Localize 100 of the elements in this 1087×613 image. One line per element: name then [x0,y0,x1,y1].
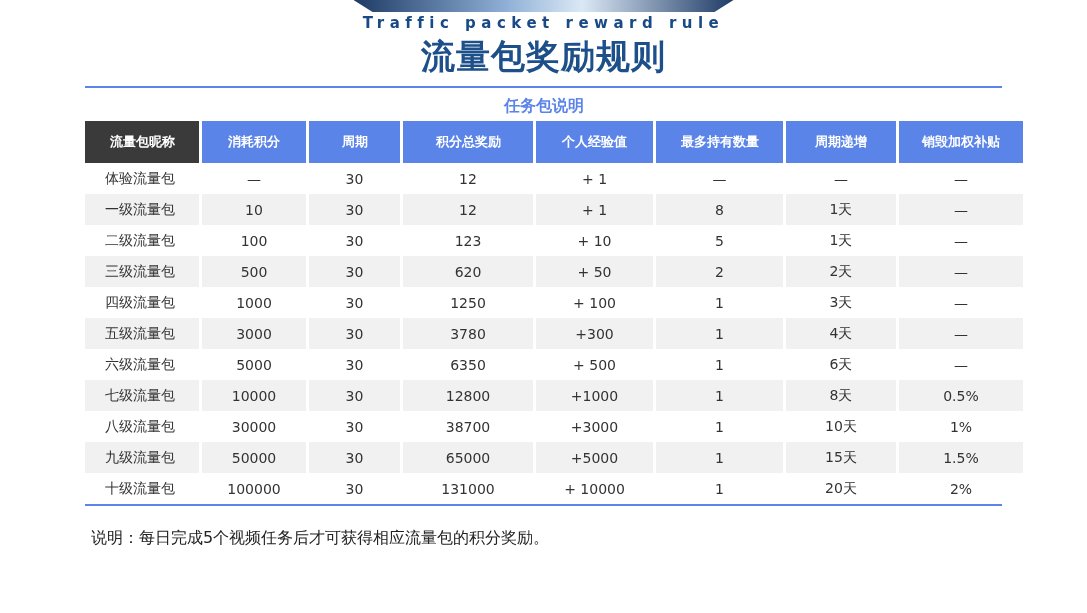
table-cell: 620 [403,256,533,287]
table-cell: 1天 [786,194,896,225]
table-cell: 8天 [786,380,896,411]
table-cell-text: 5 [714,231,725,251]
table-cell-text: 1 [714,293,725,313]
table-cell: 三级流量包 [85,256,199,287]
table-cell: 10000 [202,380,306,411]
table-cell-text: 1 [714,479,725,499]
table-cell-text: 3天 [828,292,854,312]
table-cell: — [899,256,1023,287]
table-cell-text: — [953,231,969,251]
table-cell-text: + 10000 [563,479,626,499]
table-cell: +5000 [536,442,653,473]
table-cell-text: 1250 [449,293,487,313]
table-cell: 五级流量包 [85,318,199,349]
section-title: 任务包说明 [502,95,585,117]
table-cell: 3000 [202,318,306,349]
table-cell-text: 20天 [824,478,858,498]
table-cell-text: 12 [458,169,478,189]
table-cell-text: 5000 [235,355,273,375]
table-cell: 65000 [403,442,533,473]
table-cell-text: 1天 [828,230,854,250]
column-header: 最多持有数量 [656,121,783,163]
table-cell-text: + 10 [576,231,613,251]
column-header: 个人经验值 [536,121,653,163]
table-cell-text: + 100 [572,293,617,313]
table-cell-text: 八级流量包 [104,416,176,436]
table-cell-text: 30 [344,355,365,375]
table-cell-text: 123 [453,231,483,251]
table-cell-text: — [833,169,849,189]
column-header: 积分总奖励 [403,121,533,163]
table-cell-text: — [953,355,969,375]
table-cell-text: +3000 [569,417,620,437]
table-cell-text: 1 [714,417,725,437]
table-cell-text: 六级流量包 [104,354,176,374]
table-cell-text: 四级流量包 [104,292,176,312]
table-cell-text: — [953,169,969,189]
table-cell: — [899,194,1023,225]
table-cell: 30 [309,318,400,349]
table-cell: 4天 [786,318,896,349]
table-cell: — [899,318,1023,349]
table-cell: 3780 [403,318,533,349]
table-cell-text: — [953,293,969,313]
table-cell: 1 [656,318,783,349]
table-cell-text: 1 [714,355,725,375]
table-cell-text: 10天 [824,416,858,436]
table-cell-text: 100000 [226,479,282,499]
table-cell: 一级流量包 [85,194,199,225]
table-cell: +1000 [536,380,653,411]
table-cell: 15天 [786,442,896,473]
table-cell-text: 2% [948,479,974,499]
table-cell-text: + 500 [572,355,617,375]
table-cell-text: + 1 [580,169,609,189]
table-cell: 12800 [403,380,533,411]
table-cell-text: 十级流量包 [104,478,176,498]
page-title: 流量包奖励规则 [421,35,666,78]
column-header: 消耗积分 [202,121,306,163]
column-header: 周期 [309,121,400,163]
table-cell: 1.5% [899,442,1023,473]
table-cell-text: — [246,169,262,189]
table-cell: 七级流量包 [85,380,199,411]
table-cell: 0.5% [899,380,1023,411]
table-cell: 30 [309,256,400,287]
table-cell: 1 [656,380,783,411]
table-cell-text: 1% [948,417,974,437]
table-cell: +300 [536,318,653,349]
table-cell: 30 [309,380,400,411]
table-cell-text: 38700 [444,417,492,437]
table-cell-text: 131000 [440,479,496,499]
table-cell-text: 1000 [235,293,273,313]
table-cell: + 1 [536,194,653,225]
column-header: 流量包昵称 [85,121,199,163]
table-cell: 10 [202,194,306,225]
table-cell: 九级流量包 [85,442,199,473]
table-cell-text: — [711,169,728,189]
table-cell-text: 30 [344,231,365,251]
table-cell-text: 30 [344,293,365,313]
table-cell: 50000 [202,442,306,473]
column-header: 周期递增 [786,121,896,163]
table-cell: 2天 [786,256,896,287]
table-cell-text: 30 [344,417,365,437]
column-header: 销毁加权补贴 [899,121,1023,163]
table-cell-text: 30 [344,479,365,499]
table-cell-text: 二级流量包 [104,230,176,250]
table-cell-text: 30000 [230,417,278,437]
table-cell: 30 [309,442,400,473]
table-cell: 8 [656,194,783,225]
note-text: 说明：每日完成5个视频任务后才可获得相应流量包的积分奖励。 [90,528,551,549]
table-cell: 1 [656,442,783,473]
table-cell: 30 [309,194,400,225]
table-cell-text: 体验流量包 [104,168,176,188]
table-cell: + 50 [536,256,653,287]
table-cell-text: 30 [344,169,365,189]
table-cell-text: 100 [239,231,269,251]
table-cell-text: 6天 [828,354,854,374]
table-cell: 12 [403,194,533,225]
table-cell: 500 [202,256,306,287]
table-cell: 2 [656,256,783,287]
table-cell-text: 6350 [449,355,487,375]
banner-subtitle: Traffic packet reward rule [362,14,725,32]
